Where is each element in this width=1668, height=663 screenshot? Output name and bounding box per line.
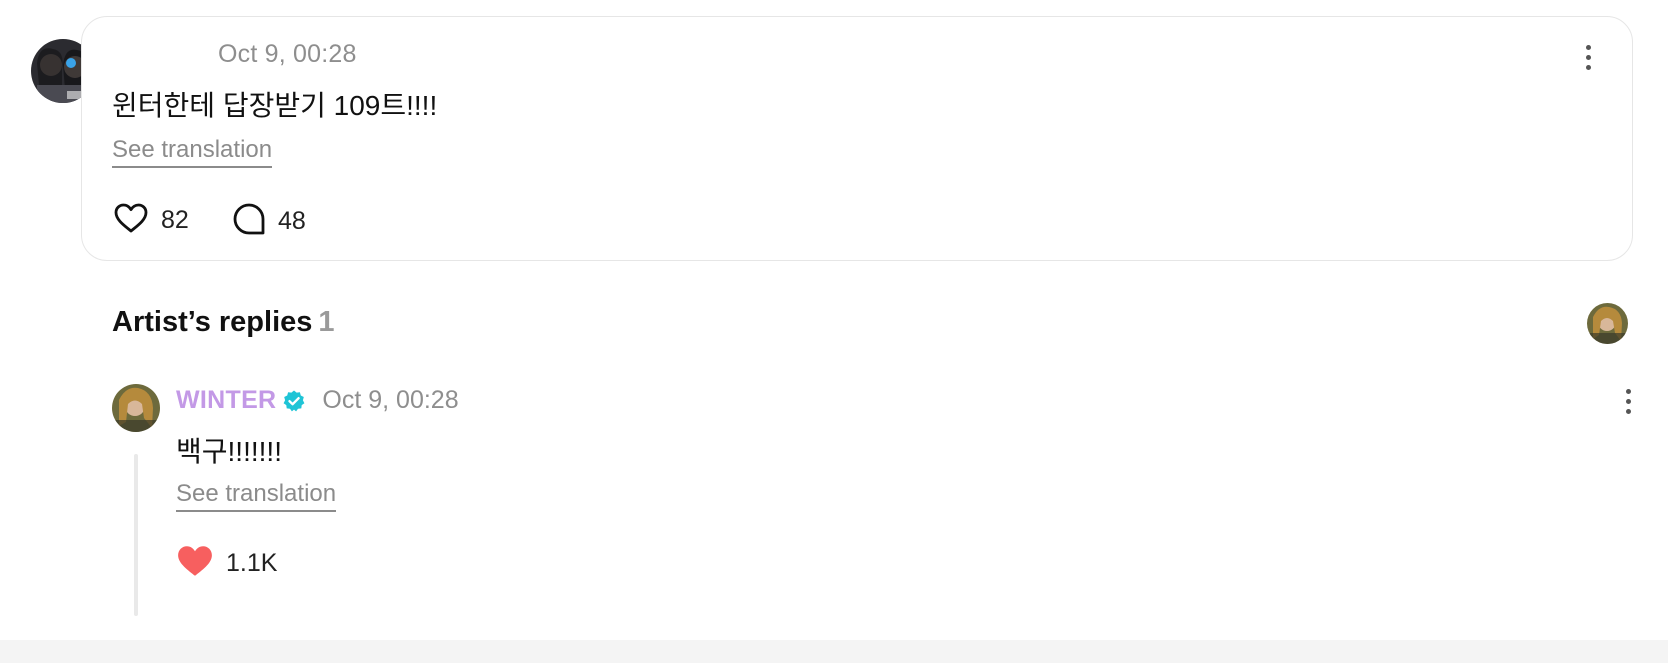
post-comment-count: 48 bbox=[278, 207, 306, 235]
verified-badge-icon bbox=[282, 389, 306, 413]
reply-author-name[interactable]: WINTER bbox=[176, 386, 276, 415]
reply-see-translation-link[interactable]: See translation bbox=[176, 480, 337, 512]
reply-more-icon[interactable] bbox=[1616, 384, 1640, 418]
artist-replies-avatar[interactable] bbox=[1587, 303, 1628, 344]
reply-author-avatar[interactable] bbox=[112, 384, 160, 432]
post-body-text: 윈터한테 답장받기 109트!!!! bbox=[112, 90, 438, 121]
post-comment-button[interactable]: 48 bbox=[232, 202, 306, 241]
reply-timestamp: Oct 9, 00:28 bbox=[322, 386, 459, 414]
reply-body-text: 백구!!!!!!! bbox=[176, 436, 282, 467]
heart-filled-icon bbox=[176, 544, 214, 583]
bottom-divider bbox=[0, 640, 1668, 663]
heart-outline-icon bbox=[113, 202, 149, 239]
artist-replies-count: 1 bbox=[318, 306, 335, 338]
reply-like-count: 1.1K bbox=[226, 549, 278, 577]
post-see-translation-link[interactable]: See translation bbox=[112, 136, 273, 168]
post-more-icon[interactable] bbox=[1576, 40, 1600, 74]
speech-bubble-icon bbox=[232, 202, 266, 241]
post-like-count: 82 bbox=[161, 206, 189, 234]
reply-like-button[interactable]: 1.1K bbox=[176, 544, 277, 583]
post-like-button[interactable]: 82 bbox=[113, 202, 189, 239]
reply-thread-line bbox=[134, 454, 138, 616]
reply-header: WINTER Oct 9, 00:28 bbox=[176, 386, 459, 415]
artist-replies-title: Artist’s replies bbox=[112, 306, 313, 338]
post-timestamp: Oct 9, 00:28 bbox=[218, 40, 357, 68]
artist-replies-heading: Artist’s replies 1 bbox=[112, 306, 335, 339]
